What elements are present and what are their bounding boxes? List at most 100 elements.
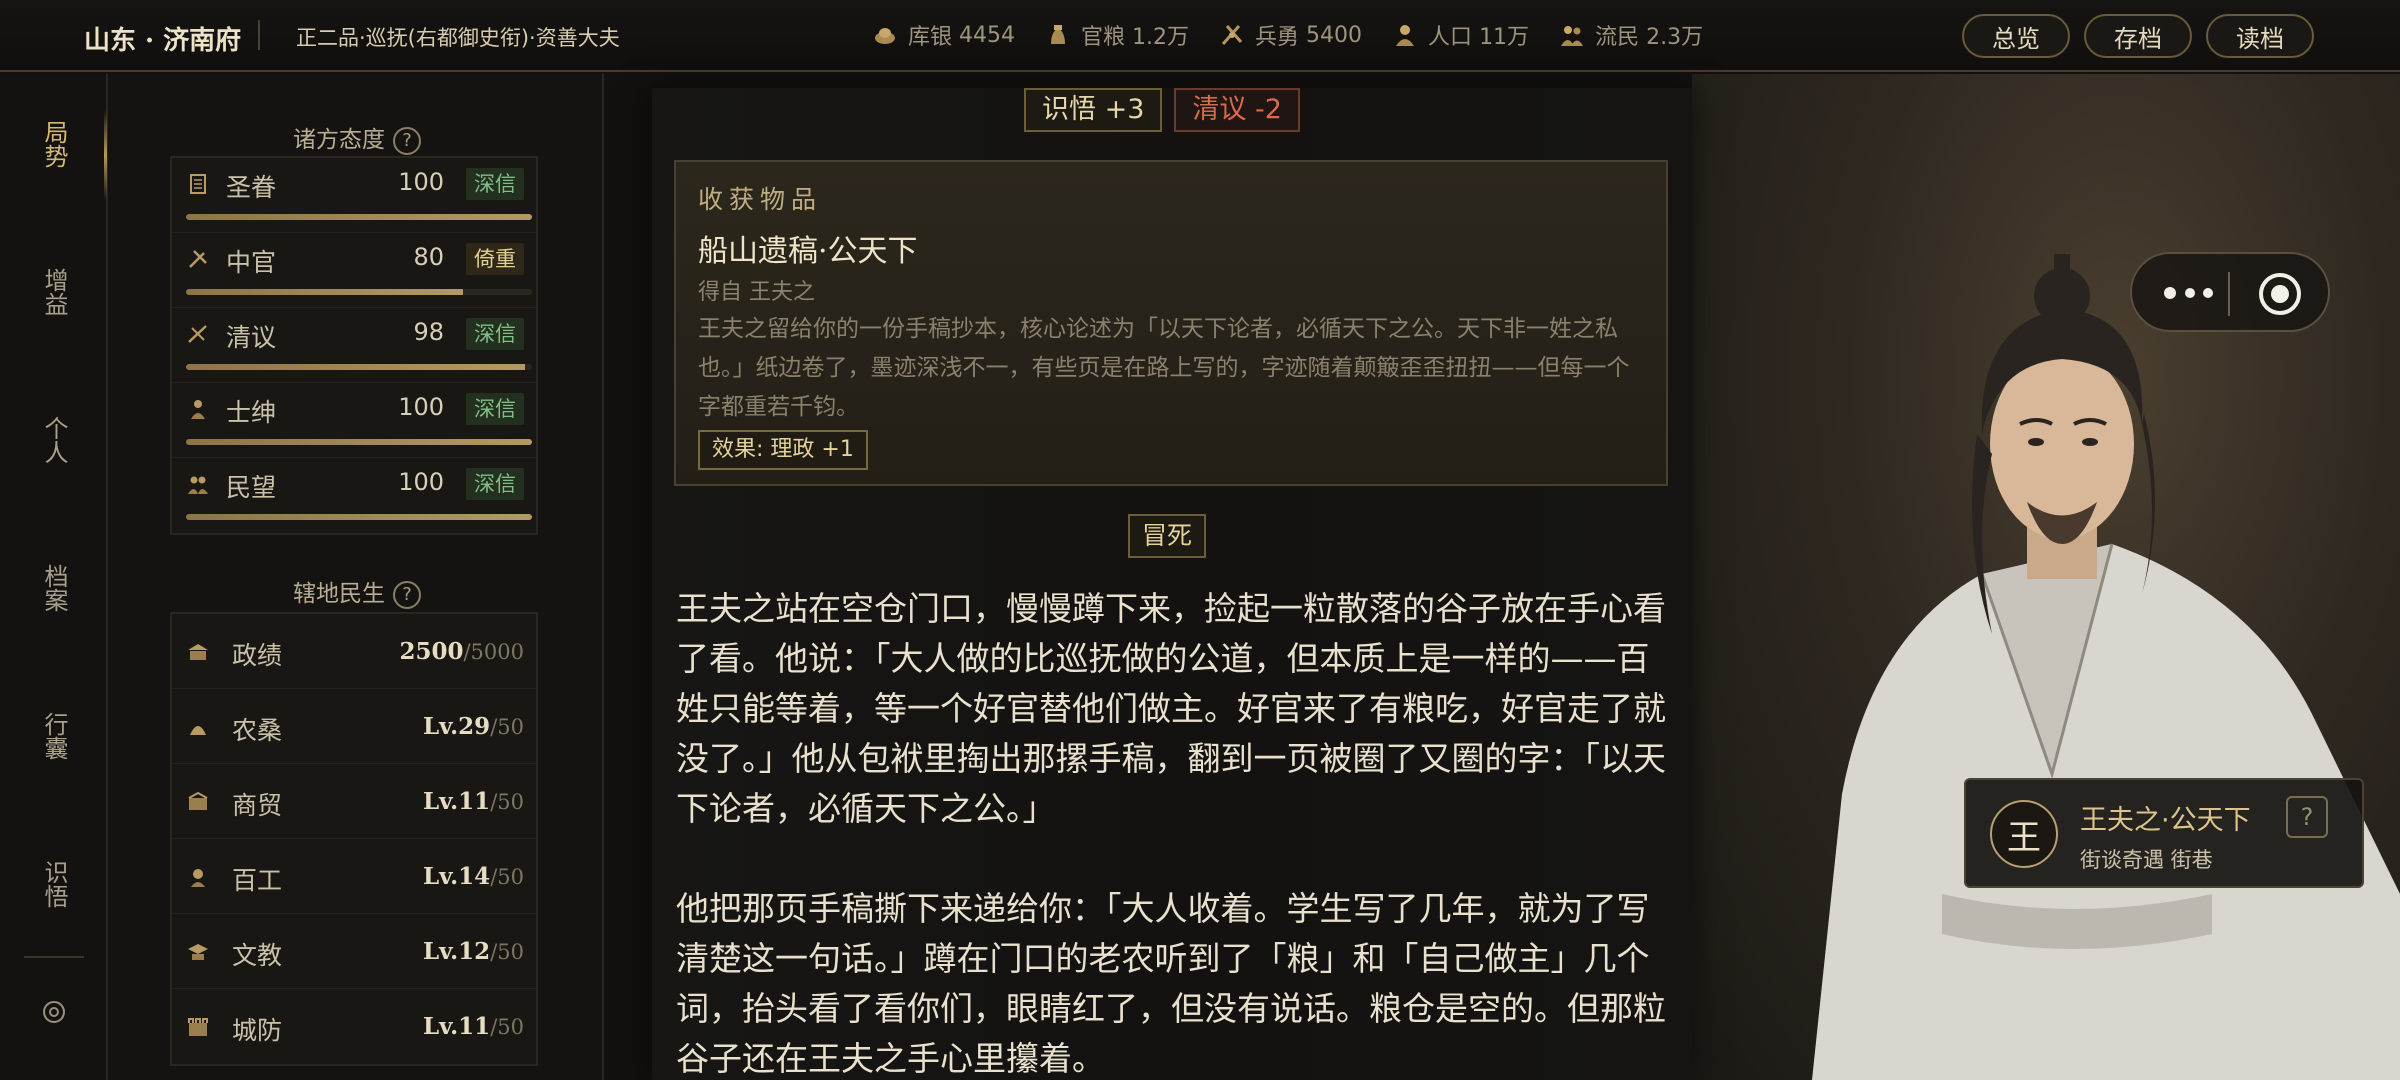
attitude-value: 98 [413, 318, 444, 346]
dev-name: 城防 [232, 1016, 283, 1045]
dev-value-current: Lv.12 [422, 938, 491, 965]
loot-title: 船山遗稿·公天下 [698, 234, 918, 269]
stat-grain-label: 官粮 [1081, 25, 1126, 50]
attitude-name: 圣眷 [226, 173, 277, 202]
emperor-icon [190, 174, 206, 194]
attitude-value: 100 [398, 468, 444, 496]
nav-item-buffs[interactable]: 增益 [0, 256, 108, 328]
nav-item-inventory[interactable]: 行囊 [0, 700, 108, 772]
development-help-icon[interactable]: ? [393, 581, 421, 609]
nav-item-personal[interactable]: 个人 [0, 404, 108, 476]
development-heading: 辖地民生? [110, 574, 604, 609]
dev-name: 农桑 [232, 716, 283, 745]
attitude-name: 民望 [226, 473, 277, 502]
stat-refugee-label: 流民 [1595, 25, 1640, 50]
attitudes-help-icon[interactable]: ? [393, 127, 421, 155]
settings-icon[interactable] [38, 996, 70, 1028]
silver-icon [875, 28, 895, 44]
record-target-icon[interactable] [2256, 270, 2304, 318]
government-icon [188, 644, 208, 660]
attitude-bar-fill [186, 214, 532, 220]
load-button[interactable]: 读档 [2206, 14, 2314, 58]
attitude-bar-fill [186, 364, 526, 370]
dev-row-trade: 商贸 Lv.11/50 [172, 764, 536, 839]
stat-refugee-value: 2.3万 [1646, 25, 1704, 50]
stat-soldier-label: 兵勇 [1255, 25, 1300, 50]
dev-name: 政绩 [232, 641, 283, 670]
attitude-row-gentry: 士绅 100 深信 [172, 383, 536, 458]
stat-population-label: 人口 [1428, 25, 1473, 50]
status-panel: 诸方态度? 圣眷 100 深信 中官 80 倚重 清议 98 深信 士绅 100 [110, 74, 604, 1080]
attitude-bar [186, 514, 532, 520]
attitude-tag: 深信 [466, 468, 524, 500]
attitude-bar [186, 289, 532, 295]
nav-item-insight[interactable]: 识悟 [0, 848, 108, 920]
population-icon [1396, 25, 1415, 46]
stat-population-value: 11万 [1479, 25, 1530, 50]
loot-card: 收获物品 船山遗稿·公天下 得自 王夫之 王夫之留给你的一份手稿抄本，核心论述为… [674, 160, 1668, 486]
stat-silver-value: 4454 [959, 22, 1016, 48]
defense-icon [188, 1018, 208, 1036]
top-bar: 山东 · 济南府 正二品·巡抚(右都御史衔)·资善大夫 库银 4454 官粮 1… [0, 0, 2400, 72]
attitude-value: 100 [398, 168, 444, 196]
nav-item-situation[interactable]: 局势 [0, 108, 108, 180]
gentry-icon [191, 400, 205, 419]
story-column: 识悟 +3 清议 -2 收获物品 船山遗稿·公天下 得自 王夫之 王夫之留给你的… [652, 88, 1692, 1080]
dev-value: Lv.29/50 [423, 713, 524, 740]
stat-population: 人口 11万 [1392, 19, 1529, 51]
agriculture-icon [190, 726, 206, 735]
npc-card[interactable]: 王 王夫之·公天下 街谈奇遇 街巷 ? [1964, 778, 2364, 888]
stat-silver: 库银 4454 [872, 19, 1015, 51]
dev-name: 文教 [232, 941, 283, 970]
attitude-name: 中官 [226, 248, 277, 277]
side-nav: 局势 增益 个人 档案 行囊 识悟 [0, 74, 108, 1080]
dev-value-max: /5000 [463, 640, 524, 664]
scholar-icon [188, 325, 207, 343]
dev-value-max: /50 [490, 715, 524, 739]
stat-refugee: 流民 2.3万 [1559, 19, 1703, 51]
attitude-bar-fill [186, 439, 532, 445]
attitude-bar [186, 364, 532, 370]
npc-seal: 王 [1990, 800, 2058, 868]
nav-item-archive[interactable]: 档案 [0, 552, 108, 624]
craft-icon [191, 869, 205, 887]
more-dots-icon[interactable] [2160, 278, 2220, 308]
dev-value: Lv.12/50 [423, 938, 524, 965]
badge-public-opinion: 清议 -2 [1174, 88, 1300, 132]
narrative-paragraph: 他把那页手稿撕下来递给你：「大人收着。学生写了几年，就为了写清楚这一句话。」蹲在… [676, 889, 1666, 1078]
attitude-bar-fill [186, 289, 463, 295]
resource-stats: 库银 4454 官粮 1.2万 兵勇 5400 人口 11万 流民 2.3万 [872, 19, 1733, 51]
miniprogram-capsule [2130, 252, 2330, 332]
dev-value-current: Lv.11 [422, 1013, 491, 1040]
narrative-text: 王夫之站在空仓门口，慢慢蹲下来，捡起一粒散落的谷子放在手心看了看。他说：「大人做… [676, 584, 1676, 1080]
trade-icon [188, 791, 208, 810]
dev-row-agriculture: 农桑 Lv.29/50 [172, 689, 536, 764]
dev-value-max: /50 [490, 940, 524, 964]
npc-help-icon[interactable]: ? [2286, 796, 2328, 838]
dev-value: Lv.11/50 [423, 788, 524, 815]
attitude-tag: 深信 [466, 393, 524, 425]
attitude-name: 士绅 [226, 398, 277, 427]
education-icon [188, 944, 208, 960]
npc-name: 王夫之·公天下 [2080, 805, 2251, 836]
dev-value-max: /50 [490, 865, 524, 889]
character-portrait [1812, 254, 2400, 1080]
attitudes-title: 诸方态度 [293, 127, 385, 153]
attitude-row-emperor: 圣眷 100 深信 [172, 158, 536, 233]
loot-heading: 收获物品 [698, 185, 823, 214]
chosen-option-tag: 冒死 [1128, 514, 1207, 558]
loot-effect-tag: 效果: 理政 +1 [698, 430, 868, 470]
dev-value: Lv.14/50 [423, 863, 524, 890]
attitudes-heading: 诸方态度? [110, 120, 604, 155]
overview-button[interactable]: 总览 [1962, 14, 2070, 58]
attitude-bar-fill [186, 514, 532, 520]
attitudes-list: 圣眷 100 深信 中官 80 倚重 清议 98 深信 士绅 100 深信 民望… [170, 156, 538, 535]
dev-value: 2500/5000 [399, 638, 524, 665]
attitude-tag: 深信 [466, 318, 524, 350]
stat-soldier-value: 5400 [1306, 22, 1363, 48]
dev-value: Lv.11/50 [423, 1013, 524, 1040]
grain-icon [1051, 25, 1066, 44]
dev-value-current: 2500 [399, 638, 464, 665]
save-button[interactable]: 存档 [2084, 14, 2192, 58]
region-title: 山东 · 济南府 [84, 26, 242, 56]
